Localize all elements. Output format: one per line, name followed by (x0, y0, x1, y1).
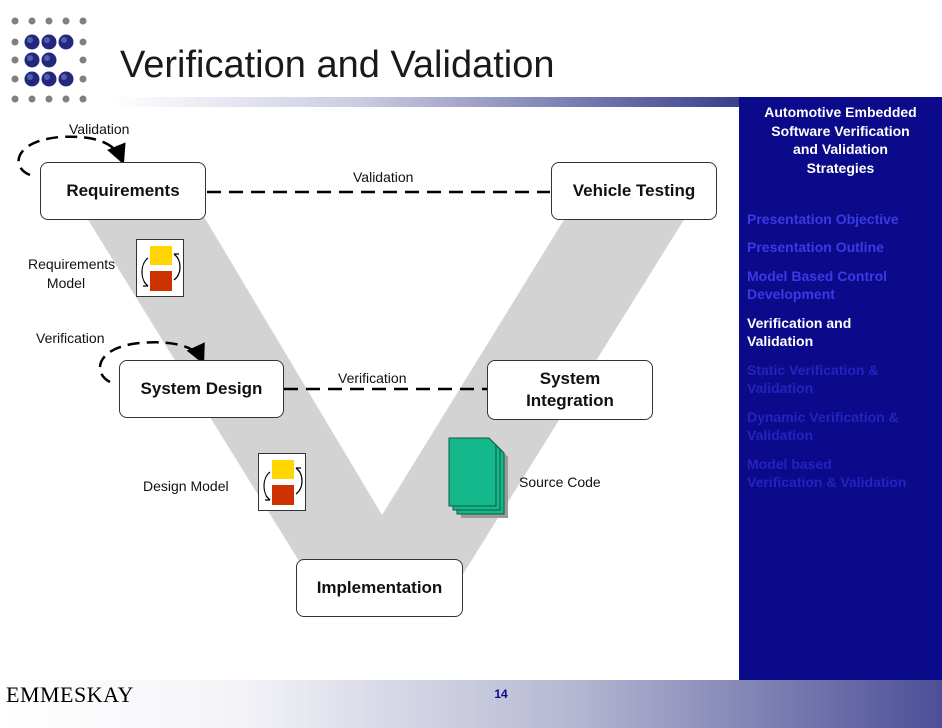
sidebar-item-label: Model based (747, 456, 832, 472)
system-integration-box-label: System (539, 369, 601, 388)
requirements-model-label-line: Model (46, 275, 86, 291)
sidebar-nav: Automotive Embedded Software Verificatio… (739, 97, 942, 680)
footer-bar (0, 680, 942, 728)
system-design-box-label: System Design (140, 379, 263, 398)
requirements-model-label-line: Requirements (28, 256, 116, 272)
requirements-model-label: Requirements Model (28, 255, 116, 293)
sidebar-item-label: Validation (747, 333, 814, 349)
sidebar-item-presentation-objective[interactable]: Presentation Objective (747, 210, 939, 228)
cycle-arrows-icon (263, 467, 303, 501)
sidebar-item-static-verification[interactable]: Static Verification & Validation (747, 361, 939, 397)
sidebar-item-label: Validation (747, 380, 814, 396)
slide-title: Verification and Validation (120, 44, 555, 86)
sidebar-heading-line: Software Verification (771, 122, 910, 139)
validation-link-label: Validation (353, 169, 414, 185)
sidebar-item-label: Development (747, 286, 835, 302)
requirements-model-cycle-icon (136, 239, 184, 297)
sidebar-item-presentation-outline[interactable]: Presentation Outline (747, 238, 939, 256)
verification-link-label: Verification (338, 370, 407, 386)
company-logo: EMMESKAY (6, 682, 134, 708)
sidebar-heading: Automotive Embedded Software Verificatio… (739, 103, 942, 177)
system-design-box: System Design (119, 360, 284, 418)
source-code-label: Source Code (519, 474, 601, 490)
sidebar-item-model-based-verification[interactable]: Model based Verification & Validation (747, 455, 939, 491)
vehicle-testing-box: Vehicle Testing (551, 162, 717, 220)
system-integration-box: System Integration (487, 360, 653, 420)
sidebar-item-label: Dynamic Verification & (747, 409, 899, 425)
design-model-cycle-icon (258, 453, 306, 511)
sidebar-item-label: Verification & Validation (747, 474, 907, 490)
sidebar-item-verification-and-validation[interactable]: Verification and Validation (747, 314, 939, 350)
sidebar-item-label: Presentation Outline (747, 239, 884, 255)
v-model-diagram: Requirements Vehicle Testing System Desi… (0, 105, 739, 680)
vehicle-testing-box-label: Vehicle Testing (572, 181, 696, 200)
dot-grid-logo (11, 17, 87, 103)
sidebar-item-label: Validation (747, 427, 814, 443)
verification-loop-label: Verification (36, 330, 105, 346)
sidebar-item-model-based-control-development[interactable]: Model Based Control Development (747, 267, 939, 303)
implementation-box-label: Implementation (316, 578, 443, 597)
sidebar-heading-line: Automotive Embedded (764, 104, 917, 120)
requirements-box: Requirements (40, 162, 206, 220)
sidebar-heading-line: Strategies (806, 159, 875, 176)
sidebar-item-label: Verification and (747, 315, 852, 331)
validation-loop-label: Validation (69, 121, 130, 137)
sidebar-item-label: Static Verification & (747, 362, 879, 378)
cycle-arrows-icon (141, 253, 181, 287)
implementation-box: Implementation (296, 559, 463, 617)
requirements-box-label: Requirements (66, 181, 180, 200)
sidebar-heading-line: and Validation (793, 141, 888, 157)
system-integration-box-label: Integration (526, 391, 614, 410)
sidebar-item-dynamic-verification[interactable]: Dynamic Verification & Validation (747, 408, 939, 444)
page-number: 14 (494, 687, 508, 701)
source-code-document-stack-icon (448, 437, 508, 518)
sidebar-item-label: Model Based Control (747, 268, 888, 284)
company-logo-text: EMMESKAY (6, 682, 134, 707)
sidebar-item-label: Presentation Objective (747, 211, 899, 227)
design-model-label: Design Model (143, 478, 229, 494)
